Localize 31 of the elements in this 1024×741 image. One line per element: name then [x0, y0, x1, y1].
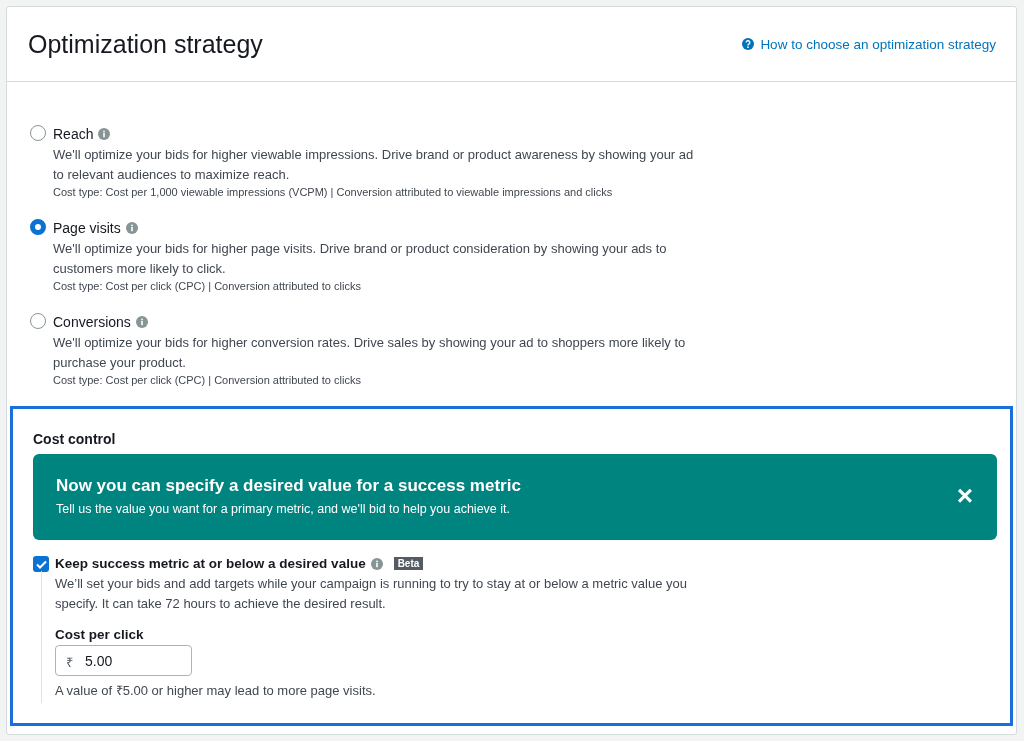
info-icon: [125, 222, 138, 234]
help-icon: [742, 38, 755, 50]
info-icon: [135, 316, 148, 328]
option-description: We'll optimize your bids for higher viewable impressions. Drive brand or product awareness by showing your ad to relevant audiences to maximize reach.: [53, 146, 695, 184]
info-icon: [370, 557, 383, 570]
cost-type: Cost type: Cost per 1,000 viewable impressions (VCPM) | Conversion attributed to viewable impressions and clicks: [53, 186, 614, 198]
checkbox[interactable]: [33, 556, 49, 572]
radio-button[interactable]: [30, 125, 46, 141]
cost-control-title: Cost control: [33, 431, 117, 447]
banner-title: Now you can specify a desired value for a success metric: [56, 476, 521, 496]
radio-button[interactable]: [30, 219, 46, 235]
currency-symbol: ₹: [66, 654, 73, 671]
cost-type: Cost type: Cost per click (CPC) | Conversion attributed to clicks: [53, 374, 362, 386]
option-label: Reach: [53, 126, 94, 142]
checkbox-description: We’ll set your bids and add targets while your campaign is running to try to stay at or below a metric value you specify. It can take 72 hours to achieve the desired result.: [55, 575, 689, 613]
option-label: Conversions: [53, 314, 131, 330]
checkbox-label: Keep success metric at or below a desired value: [55, 556, 366, 571]
banner-text: Tell us the value you want for a primary metric, and we'll bid to help you achieve it.: [56, 502, 511, 516]
check-icon: [35, 559, 47, 569]
close-button[interactable]: ×: [956, 482, 973, 510]
option-description: We'll optimize your bids for higher page visits. Drive brand or product consideration by showing your ads to customers more likely to click.: [53, 240, 668, 278]
field-label: Cost per click: [55, 627, 145, 642]
radio-button[interactable]: [30, 313, 46, 329]
field-hint: A value of ₹5.00 or higher may lead to more page visits.: [55, 682, 377, 699]
option-label: Page visits: [53, 220, 121, 236]
section-title: Optimization strategy: [28, 29, 263, 59]
option-description: We'll optimize your bids for higher conversion rates. Drive sales by showing your ad to shoppers more likely to purchase your product.: [53, 334, 687, 372]
cost-type: Cost type: Cost per click (CPC) | Conversion attributed to clicks: [53, 280, 362, 292]
info-icon: [98, 128, 111, 140]
beta-badge: Beta: [393, 557, 424, 570]
help-link[interactable]: How to choose an optimization strategy: [742, 36, 996, 52]
